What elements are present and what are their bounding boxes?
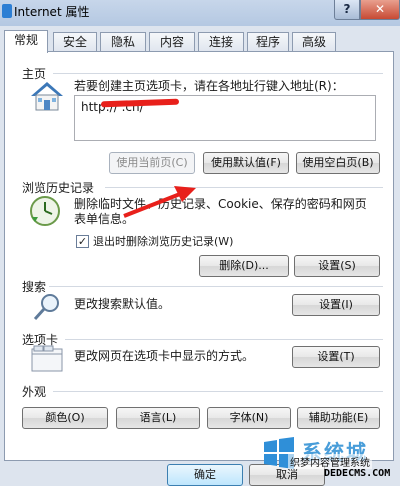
ok-button[interactable]: 确定 <box>167 464 243 486</box>
use-default-button[interactable]: 使用默认值(F) <box>203 152 289 174</box>
magnifier-icon <box>33 294 59 321</box>
delete-history-button[interactable]: 删除(D)... <box>199 255 289 277</box>
window-title: Internet 属性 <box>14 5 90 19</box>
colors-button[interactable]: 颜色(O) <box>22 407 108 429</box>
delete-on-exit-label: 退出时删除浏览历史记录(W) <box>93 235 234 248</box>
history-description-line1: 删除临时文件、历史记录、Cookie、保存的密码和网页 <box>74 197 367 211</box>
section-divider <box>49 286 383 287</box>
tab-security[interactable]: 安全 <box>53 32 97 52</box>
tab-programs[interactable]: 程序 <box>247 32 289 52</box>
tab-strip: 常规 安全 隐私 内容 连接 程序 高级 <box>0 30 340 53</box>
section-divider <box>53 73 383 74</box>
tabs-settings-button[interactable]: 设置(T) <box>292 346 380 368</box>
help-button[interactable]: ? <box>334 0 360 20</box>
languages-button[interactable]: 语言(L) <box>116 407 200 429</box>
homepage-description: 若要创建主页选项卡，请在各地址行键入地址(R)： <box>74 79 344 93</box>
close-button[interactable]: ✕ <box>360 0 400 20</box>
watermark-caption: 织梦内容管理系统 <box>288 454 372 469</box>
general-tab-panel: 主页 若要创建主页选项卡，请在各地址行键入地址(R)： http:// .cn/… <box>4 51 394 461</box>
tabs-description: 更改网页在选项卡中显示的方式。 <box>74 349 255 363</box>
watermark-url: DEDECMS.COM <box>324 468 391 479</box>
fonts-button[interactable]: 字体(N) <box>207 407 291 429</box>
house-icon <box>31 82 63 111</box>
use-current-button[interactable]: 使用当前页(C) <box>109 152 195 174</box>
history-settings-button[interactable]: 设置(S) <box>294 255 380 277</box>
annotation-arrow <box>123 186 196 218</box>
tab-content[interactable]: 内容 <box>149 32 195 52</box>
search-description: 更改搜索默认值。 <box>74 297 171 311</box>
appearance-section-title: 外观 <box>22 385 47 399</box>
use-blank-button[interactable]: 使用空白页(B) <box>296 152 380 174</box>
clock-history-icon <box>30 196 60 226</box>
tab-general[interactable]: 常规 <box>4 30 48 53</box>
tabs-window-icon <box>31 345 63 372</box>
site-watermark: 系统城 织梦内容管理系统 DEDECMS.COM <box>262 436 400 484</box>
search-settings-button[interactable]: 设置(I) <box>292 294 380 316</box>
tab-advanced[interactable]: 高级 <box>292 32 336 52</box>
internet-options-icon <box>2 4 12 18</box>
tab-connections[interactable]: 连接 <box>198 32 244 52</box>
title-bar: Internet 属性 ? ✕ <box>0 0 400 26</box>
tab-privacy[interactable]: 隐私 <box>100 32 146 52</box>
accessibility-button[interactable]: 辅助功能(E) <box>297 407 380 429</box>
section-divider <box>53 391 383 392</box>
section-divider <box>65 339 383 340</box>
delete-on-exit-checkbox[interactable]: ✓ <box>76 235 89 248</box>
history-section-title: 浏览历史记录 <box>22 181 95 195</box>
